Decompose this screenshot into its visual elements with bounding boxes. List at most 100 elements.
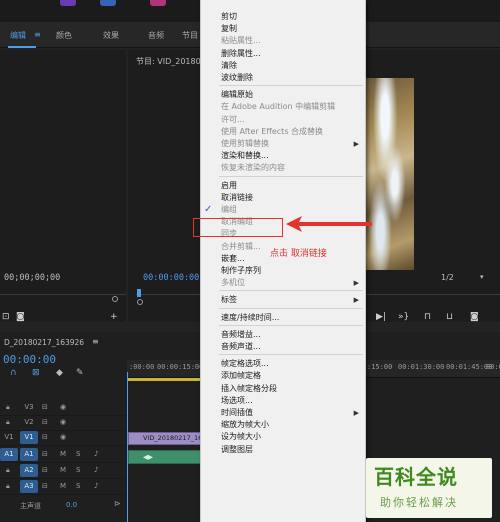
track-label-v3[interactable]: V3 (20, 401, 38, 414)
microphone-icon[interactable]: ♪ (94, 480, 98, 493)
menu-item-label: 添加帧定格 (221, 371, 261, 381)
source-scrub-bar[interactable] (0, 294, 126, 295)
app-tab-icon (150, 0, 166, 6)
lift-icon[interactable]: ⊓ (424, 312, 431, 322)
marker-icon[interactable]: ◆ (56, 368, 63, 378)
tab-edit[interactable]: 编辑 (10, 30, 26, 41)
track-label-v1[interactable]: V1 (20, 431, 38, 444)
master-track-value[interactable]: 0.0 (66, 501, 77, 509)
menu-item[interactable]: 音频声道... (201, 340, 365, 354)
lock-icon[interactable]: 🔒︎ (6, 464, 10, 477)
zoom-select[interactable]: 1/2 (441, 273, 454, 282)
sync-lock-icon[interactable]: ⊟ (42, 431, 48, 444)
track-label-a1[interactable]: A1 (20, 448, 38, 461)
ruler-tick: 00:00:15:00 (157, 363, 204, 371)
sync-lock-icon[interactable]: ⊟ (42, 401, 48, 414)
lock-icon[interactable]: 🔒︎ (6, 416, 10, 429)
timeline-playhead[interactable] (127, 372, 128, 522)
linked-selection-icon[interactable]: ⊠ (32, 368, 40, 378)
video-clip[interactable]: VID_20180217_16392 (128, 432, 208, 445)
work-area-bar[interactable] (127, 378, 207, 381)
track-row-v1: V1 V1 ⊟ ◉ (0, 431, 126, 446)
annotation-arrow-icon (286, 216, 372, 232)
sync-lock-icon[interactable]: ⊟ (42, 448, 48, 461)
program-timecode[interactable]: 00:00:00:00 (143, 273, 199, 283)
microphone-icon[interactable]: ♪ (94, 464, 98, 477)
track-end-icon[interactable]: ⊳ (114, 499, 121, 508)
track-label-v2[interactable]: V2 (20, 416, 38, 429)
menu-item-label: 剪切 (221, 12, 237, 21)
menu-item-label: 粘贴属性... (221, 36, 261, 46)
menu-item-label: 恢复未渲染的内容 (221, 163, 285, 173)
tab-audio[interactable]: 音频 (148, 30, 164, 41)
eye-icon[interactable]: ◉ (60, 416, 66, 429)
program-playhead-handle[interactable] (137, 289, 141, 297)
menu-item[interactable]: 波纹删除 (201, 71, 365, 85)
track-row-v2: 🔒︎ V2 ⊟ ◉ (0, 416, 126, 431)
mute-button[interactable]: M (60, 448, 66, 461)
sync-lock-icon[interactable]: ⊟ (42, 416, 48, 429)
solo-button[interactable]: S (76, 480, 80, 493)
tab-effects[interactable]: 效果 (103, 30, 119, 41)
source-patch-v1[interactable]: V1 (0, 431, 18, 444)
app-tab-icon (100, 0, 116, 6)
menu-item-label: 嵌套... (221, 253, 245, 263)
sync-lock-icon[interactable]: ⊟ (42, 480, 48, 493)
tab-color[interactable]: 颜色 (56, 30, 72, 41)
eye-icon[interactable]: ◉ (60, 431, 66, 444)
menu-item-label: 音频声道... (221, 342, 261, 351)
track-label-a3[interactable]: A3 (20, 480, 38, 493)
sync-lock-icon[interactable]: ⊟ (42, 464, 48, 477)
chevron-down-icon[interactable]: ▾ (480, 273, 484, 281)
mute-button[interactable]: M (60, 464, 66, 477)
add-icon[interactable]: + (110, 312, 118, 322)
source-patch-a1[interactable]: A1 (0, 448, 18, 461)
menu-separator (219, 175, 363, 177)
watermark-logo: 百科全说 助你轻松解决 (366, 458, 492, 518)
solo-button[interactable]: S (76, 464, 80, 477)
menu-item[interactable]: 调整图层 (201, 443, 365, 457)
snap-icon[interactable]: ∩ (10, 368, 17, 378)
wrench-icon[interactable]: ✎ (76, 368, 84, 378)
camera-icon[interactable]: ◙ (16, 312, 25, 322)
solo-button[interactable]: S (76, 448, 80, 461)
menu-item[interactable]: 速度/持续时间... (201, 311, 365, 325)
source-timecode: 00;00;00;00 (4, 273, 61, 283)
sequence-menu-icon[interactable]: ≡ (92, 337, 99, 346)
menu-item-label: 许可... (221, 114, 245, 124)
lock-icon[interactable]: 🔒︎ (6, 401, 10, 414)
menu-item-label: 时间插值 (221, 408, 253, 417)
ruler-tick: 00:02 (486, 363, 500, 371)
step-forward-icon[interactable]: ▶| (376, 312, 386, 322)
shuttle-icon[interactable]: »} (398, 312, 409, 322)
audio-clip[interactable]: ◀▶ (128, 450, 208, 464)
microphone-icon[interactable]: ♪ (94, 448, 98, 461)
program-in-marker (137, 299, 143, 305)
camera-icon[interactable]: ◙ (470, 312, 479, 322)
eye-icon[interactable]: ◉ (60, 401, 66, 414)
menu-item-label: 在 Adobe Audition 中编辑剪辑 (221, 102, 336, 112)
export-frame-icon[interactable]: ⊡ (2, 312, 10, 322)
track-label-a2[interactable]: A2 (20, 464, 38, 477)
track-row-a2: 🔒︎ A2 ⊟ M S ♪ (0, 464, 126, 479)
context-menu: 剪切 复制 粘贴属性... 删除属性... 清除 波纹删除 编辑原始在 Adobe Audi… (200, 0, 366, 522)
watermark-subtitle: 助你轻松解决 (380, 496, 458, 509)
menu-item-label: 取消链接 (221, 192, 253, 202)
extract-icon[interactable]: ⊔ (446, 312, 453, 322)
annotation-text: 点击 取消链接 (270, 249, 327, 259)
tab-program[interactable]: 节目 (182, 30, 198, 41)
highlight-box (193, 218, 283, 237)
tab-menu-icon[interactable]: ≡ (34, 30, 41, 39)
timeline-timecode[interactable]: 00:00:00 (3, 353, 56, 366)
mute-button[interactable]: M (60, 480, 66, 493)
menu-separator (219, 354, 363, 356)
sequence-tab[interactable]: D_20180217_163926 (4, 338, 84, 347)
menu-item-label: 调整图层 (221, 444, 253, 454)
menu-separator (219, 85, 363, 87)
menu-item[interactable]: 标签 ▶ (201, 293, 365, 307)
lock-icon[interactable]: 🔒︎ (6, 480, 10, 493)
menu-item-label: 插入帧定格分段 (221, 383, 277, 393)
menu-item-label: 编组 (221, 205, 237, 214)
menu-item-label: 标签 (221, 295, 237, 305)
ruler-tick: :15:00 (367, 363, 393, 371)
